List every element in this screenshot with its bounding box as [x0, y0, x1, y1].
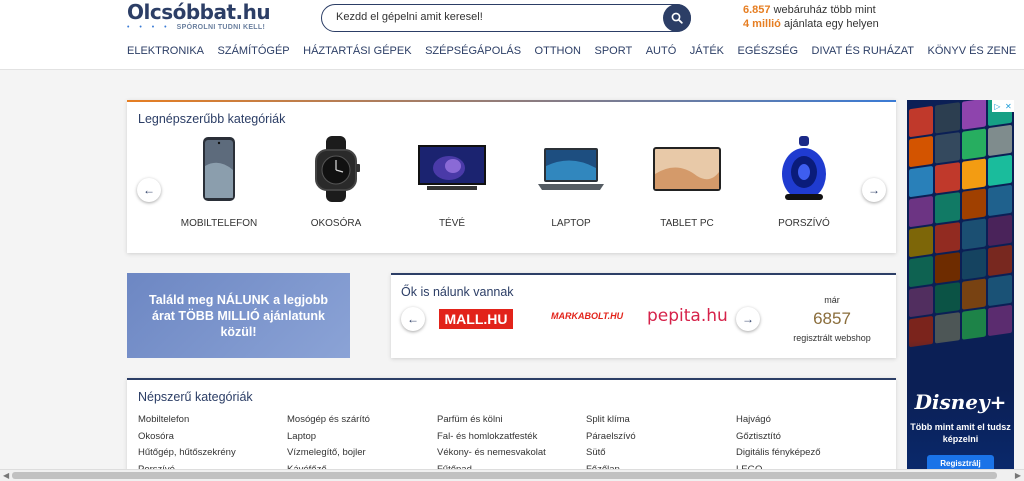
category-label: TÉVÉ [438, 218, 466, 229]
ad-text: Több mint amit el tudsz képzelni [910, 422, 1011, 444]
tv-image [418, 145, 486, 190]
close-icon: ✕ [1005, 101, 1012, 111]
popular-categories-card: Népszerű kategóriák Mobiltelefon Okosóra… [127, 378, 896, 481]
ad-logo: Disney+ [914, 390, 1007, 414]
popular-link[interactable]: Hűtőgép, hűtőszekrény [138, 447, 236, 464]
search-icon [671, 12, 683, 24]
webshop-count: 6.857 [743, 4, 771, 16]
search-button[interactable] [663, 4, 691, 32]
smartphone-image [203, 137, 235, 201]
partners-title: Ők is nálunk vannak [401, 285, 514, 299]
nav-item-szepsegapolas[interactable]: SZÉPSÉGÁPOLÁS [425, 45, 521, 57]
horizontal-scrollbar[interactable]: ◀ ▶ [0, 469, 1024, 481]
popular-link[interactable]: Split klíma [586, 414, 636, 431]
promo-text: Találd meg NÁLUNK a legjobb árat TÖBB MI… [149, 292, 328, 339]
ad-choices-icon: ▷ [994, 101, 1001, 111]
partners-prev-button[interactable]: ← [401, 307, 425, 331]
popular-link[interactable]: Mobiltelefon [138, 414, 236, 431]
category-mobiltelefon[interactable]: MOBILTELEFON [164, 134, 274, 229]
category-teve[interactable]: TÉVÉ [397, 134, 507, 229]
category-okosora[interactable]: OKOSÓRA [281, 134, 391, 229]
category-label: TABLET PC [660, 218, 714, 229]
popular-link[interactable]: Vékony- és nemesvakolat [437, 447, 546, 464]
popular-link[interactable]: Mosógép és szárító [287, 414, 370, 431]
partner-logo-mall[interactable]: MALL.HU [439, 309, 513, 329]
logo-dots: • • • • [127, 24, 171, 31]
arrow-left-icon: ← [143, 183, 155, 197]
nav-item-auto[interactable]: AUTÓ [646, 45, 677, 57]
partners-next-button[interactable]: → [736, 307, 760, 331]
nav-item-konyv-zene[interactable]: KÖNYV ÉS ZENE [928, 45, 1017, 57]
arrow-left-icon: ← [407, 312, 419, 326]
nav-item-szamitogep[interactable]: SZÁMÍTÓGÉP [218, 45, 290, 57]
partner-logo-text: MARKABOLT.HU [551, 311, 624, 321]
category-porszivo[interactable]: PORSZÍVÓ [749, 134, 859, 229]
popular-link[interactable]: Vízmelegítő, bojler [287, 447, 370, 464]
site-stats: 6.857 webáruház több mint 4 millió ajánl… [743, 3, 879, 31]
vacuum-image [782, 136, 826, 200]
popular-categories-title: Népszerű kategóriák [138, 390, 253, 404]
carousel-prev-button[interactable]: ← [137, 178, 161, 202]
nav-item-haztartasi-gepek[interactable]: HÁZTARTÁSI GÉPEK [303, 45, 411, 57]
popular-link[interactable]: Digitális fényképező [736, 447, 821, 464]
ad-poster-grid [907, 100, 1014, 358]
popular-link[interactable]: Laptop [287, 431, 370, 448]
top-categories-card: Legnépszerűbb kategóriák ← → MOBILTELEFO… [127, 100, 896, 253]
scroll-thumb[interactable] [12, 472, 997, 479]
nav-item-divat[interactable]: DIVAT ÉS RUHÁZAT [812, 45, 914, 57]
nav-item-egeszseg[interactable]: EGÉSZSÉG [738, 45, 799, 57]
counter-suffix: regisztrált webshop [793, 333, 871, 343]
popular-link[interactable]: Páraelszívó [586, 431, 636, 448]
popular-link[interactable]: Gőztisztító [736, 431, 821, 448]
popular-link[interactable]: Okosóra [138, 431, 236, 448]
partner-logo-text: pepita.hu [647, 306, 728, 326]
offer-count-text: ajánlata egy helyen [780, 18, 879, 30]
counter-prefix: már [824, 295, 840, 305]
smartwatch-image [315, 136, 360, 202]
nav-item-jatek[interactable]: JÁTÉK [690, 45, 724, 57]
ad-banner[interactable]: ▷ ✕ Disney+ Több mint amit el tudsz képz… [907, 100, 1014, 481]
popular-link[interactable]: Sütő [586, 447, 636, 464]
webshop-count-text: webáruház több mint [770, 4, 876, 16]
popular-link[interactable]: Fal- és homlokzatfesték [437, 431, 546, 448]
scroll-left-icon[interactable]: ◀ [3, 471, 9, 480]
search-bar [321, 4, 691, 32]
category-label: MOBILTELEFON [180, 218, 258, 229]
category-label: OKOSÓRA [310, 218, 362, 229]
category-label: PORSZÍVÓ [778, 218, 830, 229]
site-header: Olcsóbbat.hu • • • • SPÓROLNI TUDNI KELL… [0, 0, 1024, 70]
nav-item-elektronika[interactable]: ELEKTRONIKA [127, 45, 204, 57]
site-logo[interactable]: Olcsóbbat.hu • • • • SPÓROLNI TUDNI KELL… [127, 0, 271, 31]
partners-card: Ők is nálunk vannak ← → MALL.HU MARKABOL… [391, 273, 896, 358]
category-tablet[interactable]: TABLET PC [632, 134, 742, 229]
main-nav: ELEKTRONIKA SZÁMÍTÓGÉP HÁZTARTÁSI GÉPEK … [127, 45, 1024, 57]
webshop-counter: már 6857 regisztrált webshop [776, 295, 888, 343]
arrow-right-icon: → [868, 183, 880, 197]
arrow-right-icon: → [742, 312, 754, 326]
search-input[interactable] [336, 11, 656, 23]
category-laptop[interactable]: LAPTOP [516, 134, 626, 229]
scroll-right-icon[interactable]: ▶ [1015, 471, 1021, 480]
partner-logo-pepita[interactable]: pepita.hu [647, 306, 728, 326]
ad-choices-badge[interactable]: ▷ ✕ [992, 100, 1014, 112]
nav-item-sport[interactable]: SPORT [595, 45, 633, 57]
partner-logo-markabolt[interactable]: MARKABOLT.HU [551, 311, 623, 321]
offer-count: 4 millió [743, 18, 781, 30]
popular-link[interactable]: Hajvágó [736, 414, 821, 431]
category-label: LAPTOP [551, 218, 591, 229]
laptop-image [538, 148, 604, 190]
carousel-next-button[interactable]: → [862, 178, 886, 202]
logo-title: Olcsóbbat.hu [127, 0, 271, 24]
partner-logo-text: MALL.HU [444, 311, 508, 327]
logo-slogan: SPÓROLNI TUDNI KELL! [176, 24, 266, 31]
tablet-image [653, 147, 721, 191]
promo-banner[interactable]: Találd meg NÁLUNK a legjobb árat TÖBB MI… [127, 273, 350, 358]
popular-link[interactable]: Parfüm és kölni [437, 414, 546, 431]
nav-item-otthon[interactable]: OTTHON [535, 45, 581, 57]
top-categories-title: Legnépszerűbb kategóriák [138, 112, 286, 126]
counter-value: 6857 [813, 309, 851, 328]
